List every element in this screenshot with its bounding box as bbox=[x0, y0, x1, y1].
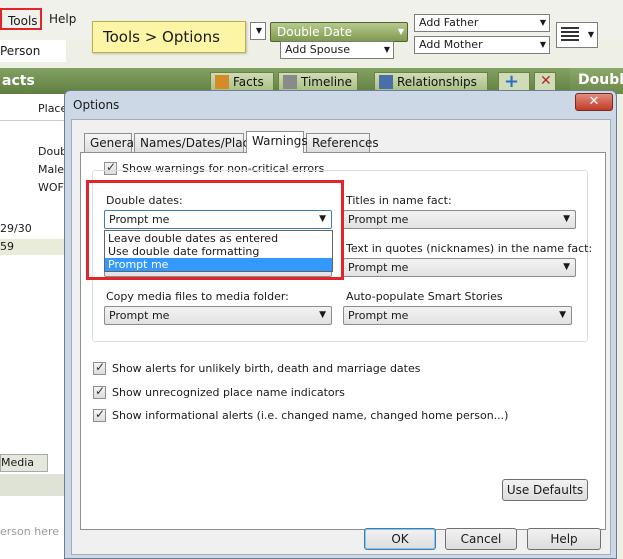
close-icon: ✕ bbox=[588, 94, 600, 109]
chevron-down-icon: ▼ bbox=[559, 310, 566, 320]
chevron-down-icon: ▼ bbox=[563, 262, 570, 272]
delete-x-icon: ✕ bbox=[540, 73, 552, 89]
copy-media-label: Copy media files to media folder: bbox=[106, 290, 289, 303]
cancel-button[interactable]: Cancel bbox=[445, 528, 517, 550]
media-tab[interactable]: Media bbox=[0, 454, 48, 472]
list-icon bbox=[561, 27, 579, 41]
dialog-title: Options bbox=[73, 98, 120, 112]
quotes-select[interactable]: Prompt me ▼ bbox=[343, 258, 576, 277]
timeline-icon bbox=[283, 75, 297, 89]
timeline-tab-button[interactable]: Timeline bbox=[278, 72, 358, 92]
tab-warnings[interactable]: Warnings bbox=[246, 131, 308, 153]
menu-tools[interactable]: Tools bbox=[0, 8, 42, 30]
toolbar-dropdown[interactable]: ▼ bbox=[250, 22, 266, 40]
fact-value-2: Male bbox=[38, 163, 65, 176]
tab-general[interactable]: General bbox=[84, 133, 137, 152]
quotes-label: Text in quotes (nicknames) in the name f… bbox=[346, 242, 593, 255]
close-button[interactable]: ✕ bbox=[575, 93, 613, 111]
titles-label: Titles in name fact: bbox=[346, 194, 452, 207]
add-mother-button[interactable]: Add Mother ▼ bbox=[414, 36, 550, 54]
ok-button[interactable]: OK bbox=[364, 528, 436, 550]
delete-button[interactable]: ✕ bbox=[534, 72, 556, 92]
relationships-icon bbox=[379, 75, 393, 89]
add-father-button[interactable]: Add Father ▼ bbox=[414, 14, 550, 32]
informational-alerts-checkbox[interactable] bbox=[93, 407, 106, 422]
fact-value-1: Doub bbox=[38, 145, 68, 158]
relationships-tab-button[interactable]: Relationships bbox=[374, 72, 488, 92]
tab-names-dates-places[interactable]: Names/Dates/Places bbox=[134, 133, 263, 152]
tools-options-callout: Tools > Options bbox=[92, 21, 246, 53]
chevron-down-icon: ▼ bbox=[319, 310, 326, 320]
use-defaults-button[interactable]: Use Defaults bbox=[502, 479, 588, 501]
person-tab[interactable]: Person bbox=[0, 40, 66, 62]
titles-select[interactable]: Prompt me ▼ bbox=[343, 210, 576, 229]
place-indicators-checkbox[interactable] bbox=[93, 384, 106, 399]
chevron-down-icon: ▼ bbox=[563, 214, 570, 224]
help-button[interactable]: Help bbox=[527, 528, 601, 550]
date-value-2: 59 bbox=[0, 240, 14, 253]
double-dates-highlight bbox=[86, 180, 344, 280]
facts-title: acts bbox=[2, 73, 35, 89]
bottom-toolbar bbox=[0, 474, 66, 496]
add-spouse-button[interactable]: Add Spouse ▼ bbox=[280, 41, 394, 59]
smart-stories-label: Auto-populate Smart Stories bbox=[346, 290, 503, 303]
add-button[interactable]: + bbox=[498, 71, 530, 92]
plus-icon: + bbox=[504, 71, 520, 92]
date-value-1: 29/30 bbox=[0, 222, 32, 235]
fact-value-3: WOF bbox=[38, 181, 64, 194]
informational-alerts-label: Show informational alerts (i.e. changed … bbox=[112, 409, 509, 422]
pane-divider bbox=[0, 120, 66, 121]
tab-references[interactable]: References bbox=[306, 133, 379, 152]
place-column-header: Place bbox=[38, 102, 68, 115]
smart-stories-select[interactable]: Prompt me ▼ bbox=[343, 306, 572, 325]
unlikely-dates-checkbox[interactable] bbox=[93, 360, 106, 375]
place-indicators-label: Show unrecognized place name indicators bbox=[112, 386, 345, 399]
double-date-button[interactable]: Double Date ▼ bbox=[270, 22, 408, 42]
person-search-placeholder[interactable]: erson here bbox=[0, 525, 59, 538]
facts-tab-button[interactable]: Facts bbox=[210, 72, 274, 92]
view-menu-button[interactable]: ▼ bbox=[556, 22, 598, 48]
menu-help[interactable]: Help bbox=[43, 8, 82, 30]
unlikely-dates-label: Show alerts for unlikely birth, death an… bbox=[112, 362, 421, 375]
copy-media-select[interactable]: Prompt me ▼ bbox=[104, 306, 332, 325]
facts-icon bbox=[215, 75, 229, 89]
